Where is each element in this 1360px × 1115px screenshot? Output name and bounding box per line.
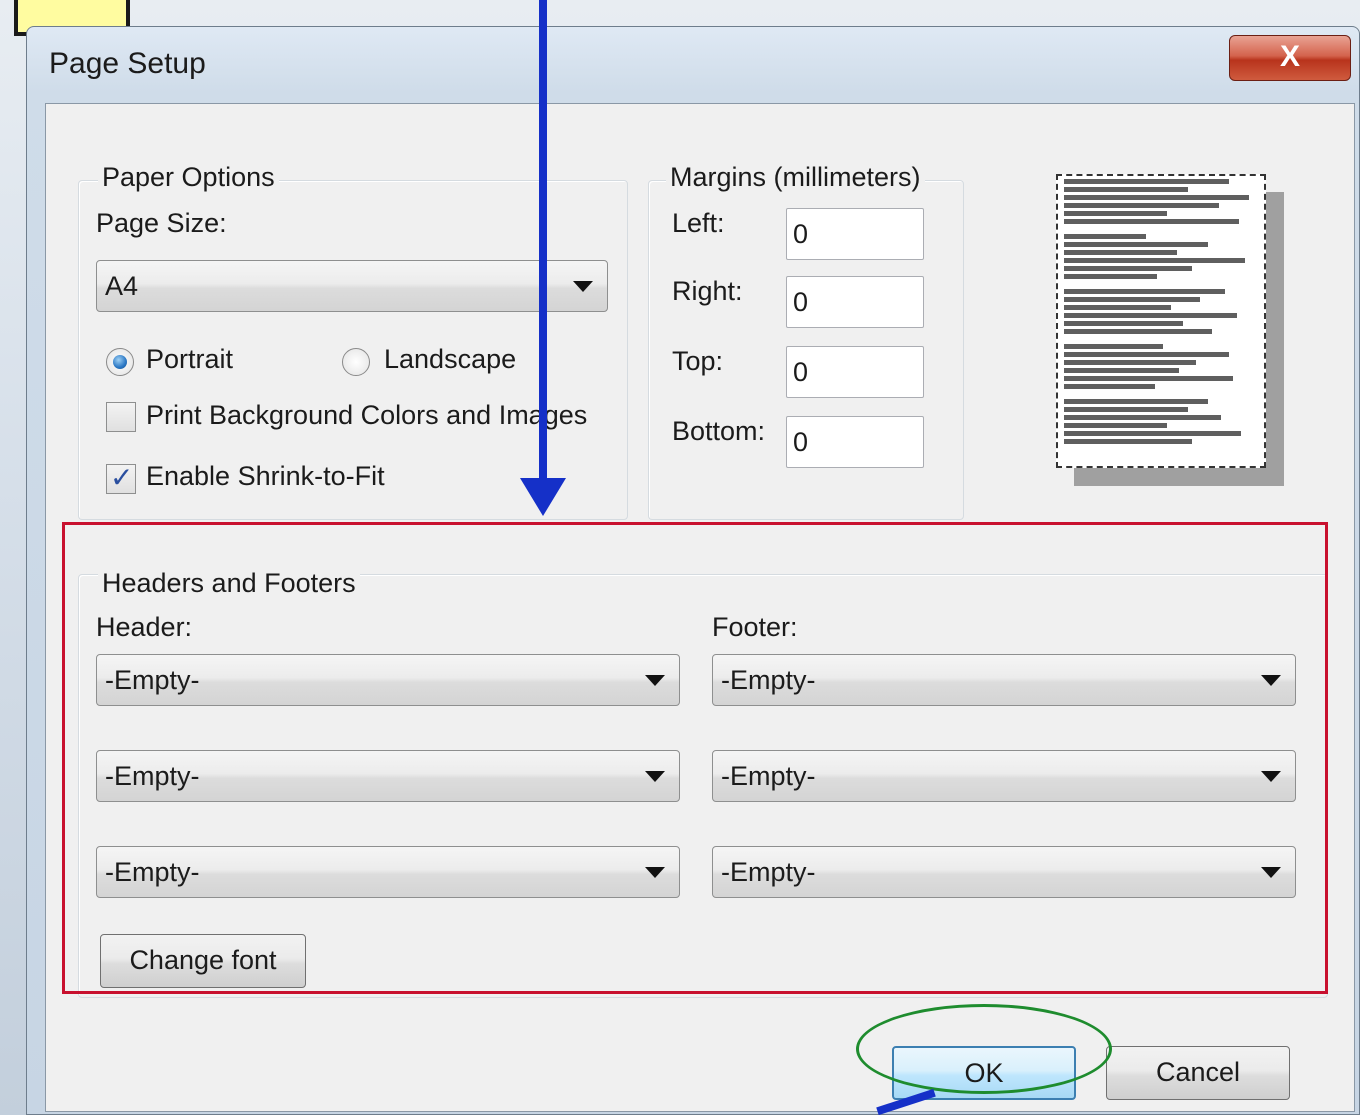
landscape-label[interactable]: Landscape xyxy=(384,344,516,375)
preview-text-line xyxy=(1064,439,1192,444)
right-margin-input[interactable]: 0 xyxy=(786,276,924,328)
preview-text-line xyxy=(1064,399,1209,404)
headers-footers-highlight xyxy=(62,522,1328,994)
page-size-select[interactable]: A4 xyxy=(96,260,608,312)
page-preview xyxy=(1056,174,1266,468)
preview-text-line xyxy=(1064,203,1219,208)
preview-text-line xyxy=(1064,384,1155,389)
top-margin-input[interactable]: 0 xyxy=(786,346,924,398)
left-margin-input[interactable]: 0 xyxy=(786,208,924,260)
preview-text-line xyxy=(1064,313,1238,318)
preview-text-line xyxy=(1064,234,1147,239)
bottom-margin-input[interactable]: 0 xyxy=(786,416,924,468)
ok-highlight-ellipse xyxy=(856,1004,1112,1094)
preview-text-line xyxy=(1064,242,1209,247)
preview-text-line xyxy=(1064,195,1250,200)
chevron-down-icon xyxy=(573,281,593,292)
preview-text-line xyxy=(1064,431,1242,436)
left-margin-label: Left: xyxy=(672,208,725,238)
preview-text-line xyxy=(1064,423,1167,428)
portrait-label[interactable]: Portrait xyxy=(146,344,233,375)
top-margin-value: 0 xyxy=(793,357,809,387)
page-size-value: A4 xyxy=(105,271,139,301)
top-margin-label: Top: xyxy=(672,346,724,376)
preview-text-line xyxy=(1064,321,1184,326)
page-size-label: Page Size: xyxy=(96,208,227,238)
preview-text-line xyxy=(1064,407,1188,412)
shrink-to-fit-checkbox[interactable] xyxy=(106,461,136,494)
preview-text-line xyxy=(1064,179,1229,184)
preview-text-line xyxy=(1064,266,1192,271)
preview-text-line xyxy=(1064,360,1196,365)
bottom-margin-label: Bottom: xyxy=(672,416,766,446)
dialog-title: Page Setup xyxy=(49,47,206,80)
preview-text-line xyxy=(1064,352,1229,357)
preview-text-line xyxy=(1064,344,1163,349)
margins-label: Margins (millimeters) xyxy=(666,162,925,193)
preview-text-line xyxy=(1064,250,1178,255)
right-margin-label: Right: xyxy=(672,276,743,306)
portrait-radio[interactable] xyxy=(106,348,134,376)
preview-text-line xyxy=(1064,305,1172,310)
preview-text-line xyxy=(1064,211,1167,216)
title-bar[interactable]: Page Setup X xyxy=(27,27,1359,103)
preview-text-line xyxy=(1064,219,1240,224)
left-margin-value: 0 xyxy=(793,219,809,249)
close-button[interactable]: X xyxy=(1229,35,1351,81)
shrink-to-fit-label[interactable]: Enable Shrink-to-Fit xyxy=(146,461,385,492)
annotation-arrow-line xyxy=(539,0,547,484)
print-background-label[interactable]: Print Background Colors and Images xyxy=(146,400,587,431)
preview-text-line xyxy=(1064,187,1188,192)
right-margin-value: 0 xyxy=(793,287,809,317)
cancel-button[interactable]: Cancel xyxy=(1106,1046,1290,1100)
preview-text-line xyxy=(1064,368,1180,373)
preview-text-line xyxy=(1064,258,1246,263)
preview-text-line xyxy=(1064,297,1200,302)
print-background-checkbox[interactable] xyxy=(106,402,136,432)
preview-text-line xyxy=(1064,289,1225,294)
preview-text-line xyxy=(1064,376,1233,381)
paper-options-label: Paper Options xyxy=(98,162,279,193)
preview-text-line xyxy=(1064,415,1221,420)
preview-text-line xyxy=(1064,329,1213,334)
arrow-down-icon xyxy=(520,478,566,516)
preview-text-line xyxy=(1064,274,1157,279)
landscape-radio[interactable] xyxy=(342,348,370,376)
bottom-margin-value: 0 xyxy=(793,427,809,457)
